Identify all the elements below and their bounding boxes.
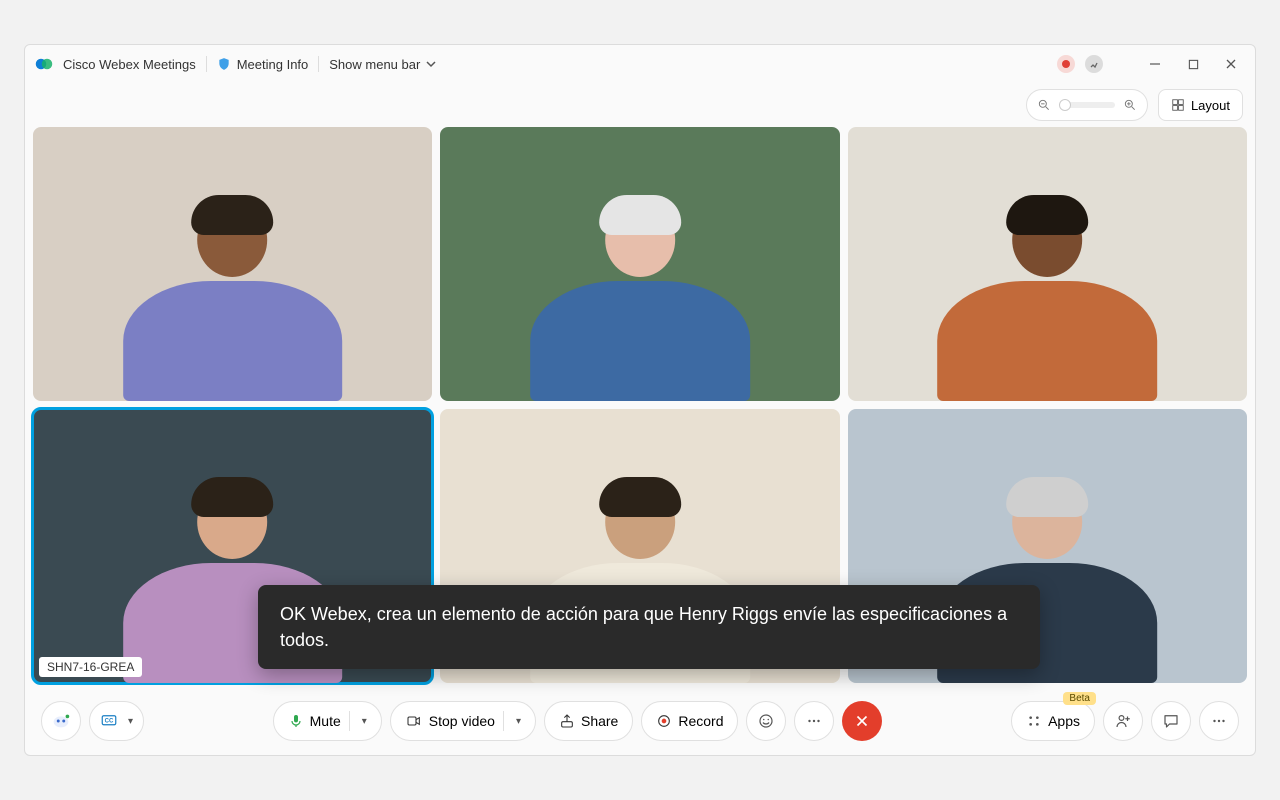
share-icon — [559, 713, 575, 729]
apps-label: Apps — [1048, 713, 1080, 729]
mic-icon — [288, 713, 304, 729]
participant-video — [440, 127, 839, 401]
more-horizontal-icon — [805, 712, 823, 730]
window-maximize-button[interactable] — [1179, 50, 1207, 78]
mute-button[interactable]: Mute ▾ — [273, 701, 382, 741]
window-close-button[interactable] — [1217, 50, 1245, 78]
stop-video-button[interactable]: Stop video ▾ — [390, 701, 536, 741]
chat-button[interactable] — [1151, 701, 1191, 741]
stop-video-label: Stop video — [429, 713, 495, 729]
layout-button[interactable]: Layout — [1158, 89, 1243, 121]
meeting-info-button[interactable]: Meeting Info — [217, 57, 309, 72]
record-icon — [656, 713, 672, 729]
voice-command-caption: OK Webex, crea un elemento de acción par… — [258, 585, 1040, 669]
share-button[interactable]: Share — [544, 701, 633, 741]
end-call-button[interactable] — [842, 701, 882, 741]
cc-icon: CC — [100, 712, 118, 730]
recording-indicator-icon — [1057, 55, 1075, 73]
titlebar: Cisco Webex Meetings Meeting Info Show m… — [25, 45, 1255, 83]
webex-assistant-button[interactable] — [41, 701, 81, 741]
participants-button[interactable] — [1103, 701, 1143, 741]
show-menu-label: Show menu bar — [329, 57, 420, 72]
zoom-slider[interactable] — [1059, 102, 1115, 108]
meeting-info-label: Meeting Info — [237, 57, 309, 72]
grid-icon — [1171, 98, 1185, 112]
chevron-down-icon: ▾ — [516, 716, 521, 727]
mute-label: Mute — [310, 713, 341, 729]
assistant-bot-icon — [50, 710, 72, 732]
show-menu-button[interactable]: Show menu bar — [329, 57, 436, 72]
apps-button[interactable]: Apps Beta — [1011, 701, 1095, 741]
zoom-out-icon — [1037, 98, 1051, 112]
shield-icon — [217, 57, 231, 71]
participant-video — [33, 127, 432, 401]
participant-name-badge: SHN7-16-GREA — [39, 657, 142, 677]
separator — [206, 56, 207, 72]
video-icon — [405, 713, 423, 729]
caption-text: OK Webex, crea un elemento de acción par… — [280, 604, 1007, 650]
svg-text:CC: CC — [105, 719, 114, 725]
captions-button[interactable]: CC ▾ — [89, 701, 144, 741]
layout-label: Layout — [1191, 98, 1230, 113]
webex-logo-icon — [35, 55, 53, 73]
app-window: Cisco Webex Meetings Meeting Info Show m… — [24, 44, 1256, 756]
video-tile[interactable] — [33, 127, 432, 401]
more-horizontal-icon — [1210, 712, 1228, 730]
chevron-down-icon — [426, 59, 436, 69]
reactions-button[interactable] — [746, 701, 786, 741]
app-title: Cisco Webex Meetings — [63, 57, 196, 72]
video-tile[interactable] — [440, 127, 839, 401]
zoom-in-icon — [1123, 98, 1137, 112]
chat-icon — [1162, 712, 1180, 730]
apps-grid-icon — [1026, 713, 1042, 729]
participants-icon — [1114, 712, 1132, 730]
more-options-button[interactable] — [794, 701, 834, 741]
video-tile[interactable] — [848, 127, 1247, 401]
emoji-icon — [757, 712, 775, 730]
zoom-control[interactable] — [1026, 89, 1148, 121]
chevron-down-icon: ▾ — [362, 716, 367, 727]
record-label: Record — [678, 713, 723, 729]
share-label: Share — [581, 713, 618, 729]
window-minimize-button[interactable] — [1141, 50, 1169, 78]
meeting-controls: CC ▾ Mute ▾ Stop video ▾ Share Record — [25, 687, 1255, 755]
separator — [318, 56, 319, 72]
view-toolbar: Layout — [25, 83, 1255, 127]
connection-indicator-icon — [1085, 55, 1103, 73]
beta-badge: Beta — [1063, 692, 1096, 705]
participant-video — [848, 127, 1247, 401]
record-button[interactable]: Record — [641, 701, 738, 741]
close-icon — [853, 712, 871, 730]
chevron-down-icon: ▾ — [128, 716, 133, 727]
panel-options-button[interactable] — [1199, 701, 1239, 741]
